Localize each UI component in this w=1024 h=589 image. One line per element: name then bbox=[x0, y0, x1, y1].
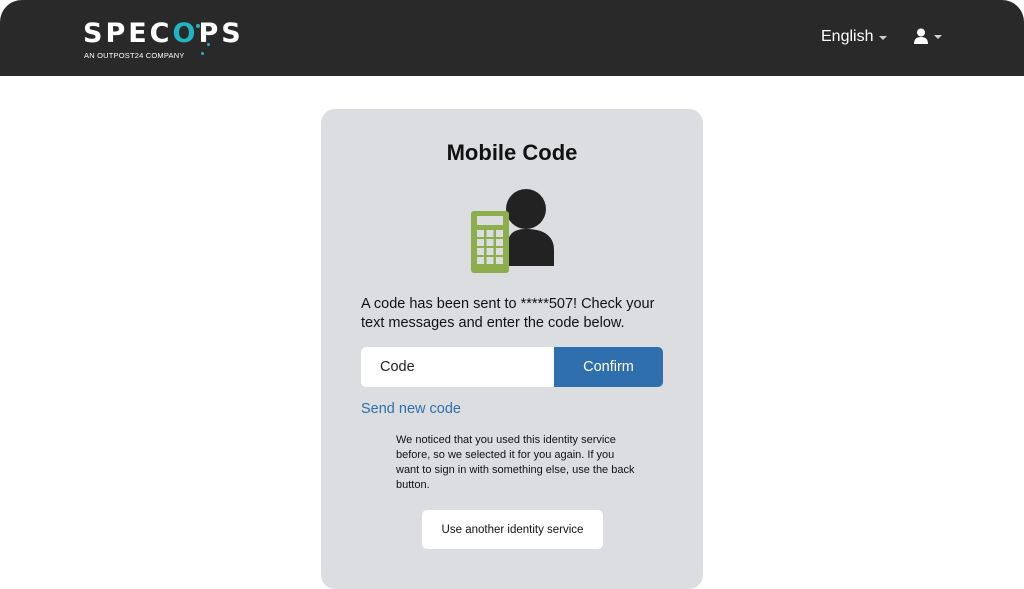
user-menu-button[interactable] bbox=[913, 28, 942, 44]
language-selector[interactable]: English bbox=[821, 27, 888, 47]
chevron-down-icon bbox=[934, 35, 942, 39]
language-selected-label: English bbox=[821, 28, 874, 45]
page-title: Mobile Code bbox=[446, 140, 578, 165]
top-navigation-bar: SPECOPS AN OUTPOST24 COMPANY English bbox=[0, 0, 1024, 76]
chevron-down-icon bbox=[879, 36, 888, 40]
code-input[interactable] bbox=[361, 347, 554, 387]
logo-dot bbox=[207, 43, 210, 46]
logo-wordmark: SPECOPS bbox=[83, 18, 244, 49]
mobile-phone-user-icon bbox=[469, 186, 557, 279]
logo-tagline: AN OUTPOST24 COMPANY bbox=[84, 51, 185, 60]
logo-dot bbox=[201, 52, 204, 55]
user-icon bbox=[914, 28, 928, 44]
use-another-identity-service-button[interactable]: Use another identity service bbox=[422, 510, 603, 549]
logo-dot bbox=[196, 24, 200, 28]
logo-accent-letter: O bbox=[172, 18, 199, 49]
send-new-code-link[interactable]: Send new code bbox=[361, 401, 461, 417]
code-sent-message: A code has been sent to *****507! Check … bbox=[361, 296, 655, 331]
identity-service-notice: We noticed that you used this identity s… bbox=[396, 434, 635, 491]
confirm-button[interactable]: Confirm bbox=[554, 347, 663, 387]
